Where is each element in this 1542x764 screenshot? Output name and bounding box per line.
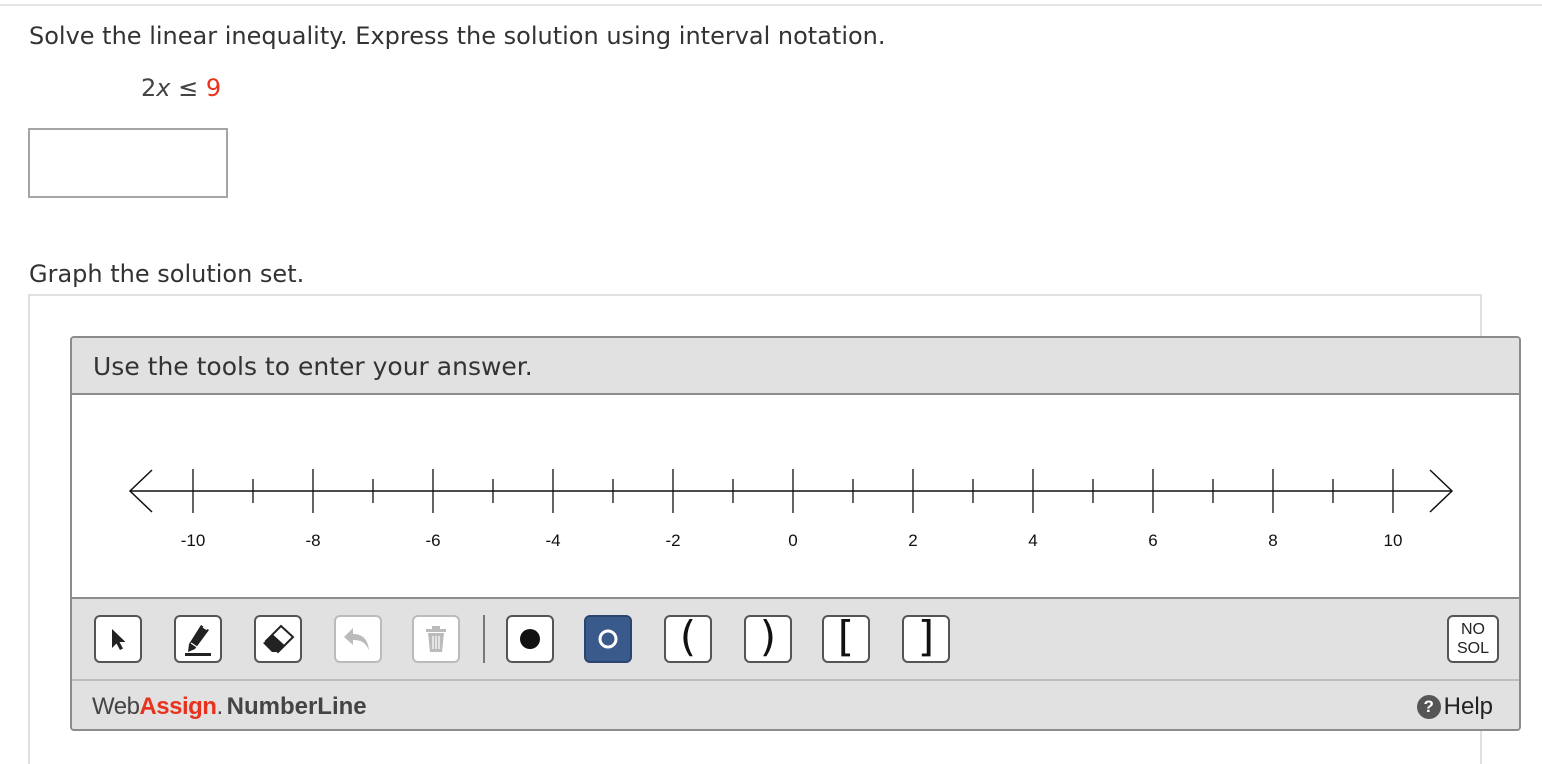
inequality-variable: x bbox=[156, 74, 171, 102]
tick-label: 4 bbox=[1028, 531, 1037, 550]
tick-label: 2 bbox=[908, 531, 917, 550]
right-paren-icon: ) bbox=[759, 612, 777, 661]
pencil-icon bbox=[185, 625, 211, 656]
graph-prompt: Graph the solution set. bbox=[29, 260, 305, 288]
open-point-tool[interactable] bbox=[584, 615, 632, 663]
logo-assign: Assign bbox=[139, 693, 217, 720]
undo-tool[interactable] bbox=[334, 615, 382, 663]
inequality: 2x ≤ 9 bbox=[141, 74, 221, 102]
eraser-icon bbox=[263, 624, 295, 654]
logo-dot: . bbox=[216, 693, 223, 720]
tick-label: 0 bbox=[788, 531, 797, 550]
eraser-tool[interactable] bbox=[254, 615, 302, 663]
no-solution-button[interactable]: NO SOL bbox=[1447, 615, 1499, 663]
inequality-rhs: 9 bbox=[205, 74, 222, 102]
tick-label: 10 bbox=[1384, 531, 1403, 550]
left-paren-icon: ( bbox=[679, 612, 697, 661]
trash-icon bbox=[426, 626, 446, 652]
help-link[interactable]: ? Help bbox=[1416, 693, 1493, 721]
trash-tool[interactable] bbox=[412, 615, 460, 663]
inequality-coefficient: 2 bbox=[141, 74, 157, 102]
closed-point-tool[interactable] bbox=[506, 615, 554, 663]
product-name: NumberLine bbox=[226, 693, 367, 720]
tool-separator bbox=[483, 615, 485, 663]
help-icon: ? bbox=[1416, 695, 1441, 719]
logo-web: Web bbox=[92, 693, 140, 720]
pointer-tool[interactable] bbox=[94, 615, 142, 663]
left-bracket-tool[interactable]: [ bbox=[822, 615, 870, 663]
tool-bar: ( ) [ ] NO SOL bbox=[72, 597, 1519, 681]
right-bracket-icon: ] bbox=[917, 612, 935, 661]
tick-label: -4 bbox=[545, 531, 560, 550]
tick-label: -2 bbox=[665, 531, 680, 550]
interval-answer-input[interactable] bbox=[28, 128, 228, 198]
question-prompt: Solve the linear inequality. Express the… bbox=[29, 22, 886, 50]
undo-icon bbox=[344, 628, 369, 650]
numberline-widget: Use the tools to enter your answer. -10-… bbox=[70, 336, 1521, 731]
pointer-icon bbox=[112, 629, 126, 650]
left-bracket-icon: [ bbox=[837, 612, 855, 661]
left-paren-tool[interactable]: ( bbox=[664, 615, 712, 663]
number-line[interactable]: -10 -8 -6 -4 -2 0 2 4 6 8 10 bbox=[72, 395, 1519, 597]
open-point-icon bbox=[598, 629, 618, 649]
tick-label: -6 bbox=[425, 531, 440, 550]
widget-instructions: Use the tools to enter your answer. bbox=[93, 352, 533, 381]
webassign-logo: WebAssign. NumberLine bbox=[92, 693, 367, 721]
tick-label: -10 bbox=[181, 531, 206, 550]
closed-point-icon bbox=[520, 629, 540, 649]
no-solution-label-line2: SOL bbox=[1456, 640, 1489, 657]
widget-footer: WebAssign. NumberLine ? Help bbox=[72, 681, 1519, 729]
widget-header: Use the tools to enter your answer. bbox=[72, 338, 1519, 395]
right-bracket-tool[interactable]: ] bbox=[902, 615, 950, 663]
pencil-tool[interactable] bbox=[174, 615, 222, 663]
right-paren-tool[interactable]: ) bbox=[744, 615, 792, 663]
top-divider bbox=[0, 4, 1542, 6]
inequality-operator: ≤ bbox=[170, 74, 206, 102]
numberline-canvas[interactable]: -10 -8 -6 -4 -2 0 2 4 6 8 10 bbox=[72, 395, 1519, 597]
tick-label: -8 bbox=[305, 531, 320, 550]
no-solution-label-line1: NO bbox=[1461, 621, 1485, 638]
help-label: Help bbox=[1443, 693, 1493, 720]
tick-label: 8 bbox=[1268, 531, 1277, 550]
tick-label: 6 bbox=[1148, 531, 1157, 550]
